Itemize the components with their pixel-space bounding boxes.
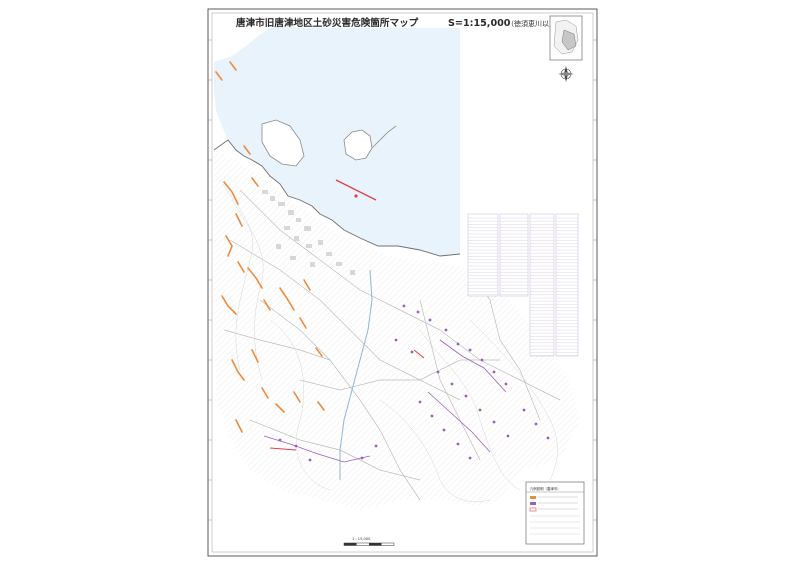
buoy-marker — [354, 194, 358, 198]
legend-header: 凡例説明（唐津市） — [530, 486, 561, 491]
map-viewer: 唐津市旧唐津地区土砂災害危険箇所マップ S=1:15,000 （徳須恵川以東） … — [0, 0, 800, 566]
locator-map-icon — [549, 15, 583, 61]
map-scale-text: S=1:15,000 — [448, 18, 511, 29]
legend-box: 凡例説明（唐津市） — [525, 481, 585, 545]
scale-bar-label: 1 : 15,000 — [352, 537, 371, 541]
map-title: 唐津市旧唐津地区土砂災害危険箇所マップ — [236, 17, 419, 29]
